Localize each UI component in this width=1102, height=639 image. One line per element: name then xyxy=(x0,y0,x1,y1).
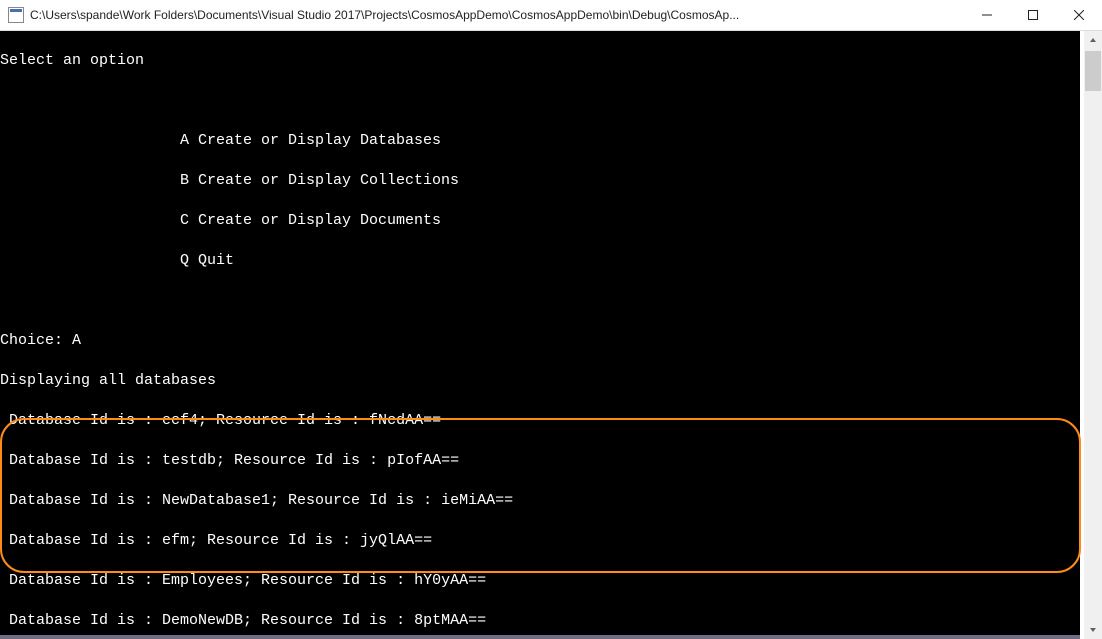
vertical-scrollbar[interactable] xyxy=(1084,31,1102,639)
db-line: Database Id is : efm; Resource Id is : j… xyxy=(0,531,1080,551)
scrollbar-thumb[interactable] xyxy=(1085,51,1101,91)
db-line: Database Id is : NewDatabase1; Resource … xyxy=(0,491,1080,511)
console-line xyxy=(0,91,1080,111)
menu-option-a: A Create or Display Databases xyxy=(0,131,1080,151)
close-icon xyxy=(1074,10,1084,20)
bottom-edge xyxy=(0,635,1080,639)
window-titlebar: C:\Users\spande\Work Folders\Documents\V… xyxy=(0,0,1102,31)
chevron-down-icon xyxy=(1089,626,1097,634)
client-area: Select an option A Create or Display Dat… xyxy=(0,31,1102,639)
scrollbar-track[interactable] xyxy=(1084,49,1102,621)
minimize-icon xyxy=(982,10,992,20)
app-icon xyxy=(8,7,24,23)
scroll-down-button[interactable] xyxy=(1084,621,1102,639)
maximize-button[interactable] xyxy=(1010,0,1056,31)
choice-line: Choice: A xyxy=(0,331,1080,351)
close-button[interactable] xyxy=(1056,0,1102,31)
console-output[interactable]: Select an option A Create or Display Dat… xyxy=(0,31,1080,639)
window-title: C:\Users\spande\Work Folders\Documents\V… xyxy=(30,8,964,22)
db-line: Database Id is : testdb; Resource Id is … xyxy=(0,451,1080,471)
menu-option-q: Q Quit xyxy=(0,251,1080,271)
console-line: Select an option xyxy=(0,51,1080,71)
chevron-up-icon xyxy=(1089,36,1097,44)
db-line: Database Id is : ecf4; Resource Id is : … xyxy=(0,411,1080,431)
scroll-up-button[interactable] xyxy=(1084,31,1102,49)
db-line: Database Id is : DemoNewDB; Resource Id … xyxy=(0,611,1080,631)
menu-option-b: B Create or Display Collections xyxy=(0,171,1080,191)
menu-option-c: C Create or Display Documents xyxy=(0,211,1080,231)
console-line xyxy=(0,291,1080,311)
db-line: Database Id is : Employees; Resource Id … xyxy=(0,571,1080,591)
maximize-icon xyxy=(1028,10,1038,20)
minimize-button[interactable] xyxy=(964,0,1010,31)
console-line: Displaying all databases xyxy=(0,371,1080,391)
